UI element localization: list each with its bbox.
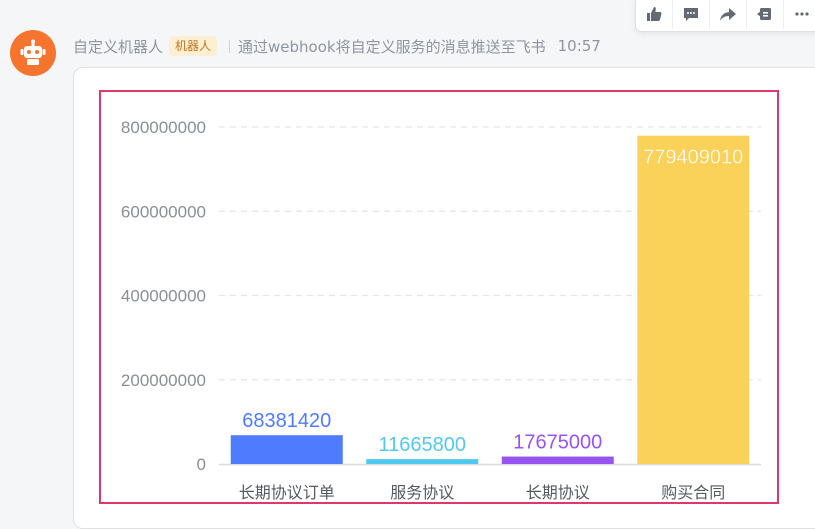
header-divider [229,39,231,53]
y-tick-label: 600000000 [121,202,206,221]
bar-chart: 0 200000000 400000000 600000000 800000000 683… [121,118,761,502]
robot-icon [20,39,46,65]
data-label: 779409010 [643,147,743,169]
more-button[interactable] [784,0,815,29]
bar-2 [501,456,614,464]
data-label: 11665800 [379,434,467,456]
data-label: 17675000 [513,432,602,454]
bar-3 [637,135,750,464]
bot-badge: 机器人 [169,36,218,56]
pin-icon [757,8,771,20]
data-label: 68381420 [242,410,331,432]
more-icon [795,12,809,16]
forward-button[interactable] [710,0,747,29]
x-category-label: 长期协议 [526,483,590,502]
forward-icon [720,8,736,21]
sender-name[interactable]: 自定义机器人 [73,36,163,57]
comment-button[interactable] [673,0,710,29]
thumbs-up-icon [647,7,662,21]
chart-frame: 0 200000000 400000000 600000000 800000000 683… [99,90,779,504]
y-tick-label: 0 [197,455,206,474]
bot-avatar[interactable] [10,30,56,76]
bar-1 [366,459,479,464]
x-category-label: 长期协议订单 [239,483,335,502]
pin-button[interactable] [747,0,784,29]
comment-icon [684,8,698,21]
message-toolbar [635,0,815,32]
x-category-label: 购买合同 [661,483,725,502]
bar-0 [230,435,343,464]
y-tick-label: 800000000 [121,118,206,137]
message-header: 自定义机器人 机器人 通过webhook将自定义服务的消息推送至飞书 10:57 [73,34,601,58]
thumbs-up-button[interactable] [636,0,673,29]
y-tick-label: 400000000 [121,287,206,306]
bot-description: 通过webhook将自定义服务的消息推送至飞书 [238,37,546,56]
y-tick-label: 200000000 [121,371,206,390]
message-time: 10:57 [557,37,601,55]
x-category-label: 服务协议 [390,483,454,502]
